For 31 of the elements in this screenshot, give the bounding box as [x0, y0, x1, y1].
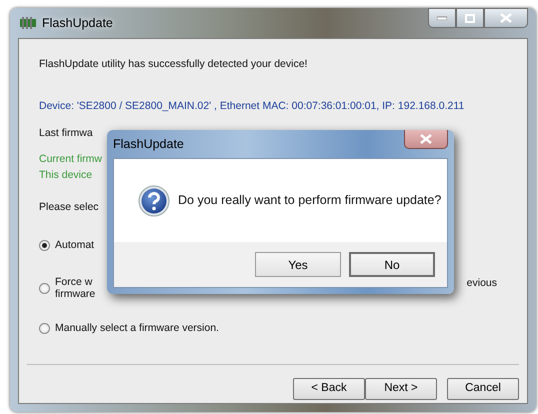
minimize-button[interactable] — [428, 8, 456, 28]
option-label[interactable]: Manually select a firmware version. — [55, 322, 219, 334]
app-icon — [20, 17, 36, 29]
no-button[interactable]: No — [349, 252, 435, 277]
option-label-text: evious — [466, 276, 497, 290]
option-label[interactable]: Force w firmware — [55, 276, 96, 300]
question-icon — [138, 184, 170, 216]
device-info: Device: 'SE2800 / SE2800_MAIN.02' , Ethernet MAC: 00:07:36:01:00:01, IP: 192.168.0.211 — [39, 98, 464, 114]
close-button[interactable] — [404, 130, 448, 149]
cancel-button[interactable]: Cancel — [447, 378, 519, 400]
next-button[interactable]: Next > — [365, 378, 437, 400]
dialog-title: FlashUpdate — [113, 136, 184, 153]
maximize-button[interactable] — [456, 8, 484, 28]
close-icon — [500, 13, 512, 23]
current-firmware-label: Current firmw — [39, 152, 102, 168]
radio-button[interactable] — [39, 322, 50, 334]
radio-button[interactable] — [39, 282, 50, 294]
yes-button[interactable]: Yes — [255, 252, 341, 277]
minimize-icon — [437, 16, 447, 20]
intro-text: FlashUpdate utility has successfully detected your device! — [39, 57, 308, 72]
dialog-message: Do you really want to perform firmware update? — [178, 192, 442, 210]
maximize-icon — [465, 14, 475, 22]
back-button[interactable]: < Back — [293, 378, 365, 400]
prompt-label: Please selec — [39, 200, 99, 215]
close-button[interactable] — [484, 8, 528, 28]
close-icon — [420, 134, 432, 144]
last-update-label: Last firmwa — [39, 126, 93, 140]
window-title: FlashUpdate — [42, 14, 113, 32]
option-label[interactable]: Automat — [55, 238, 94, 250]
radio-button[interactable] — [39, 240, 50, 250]
device-status-label: This device — [39, 168, 92, 183]
